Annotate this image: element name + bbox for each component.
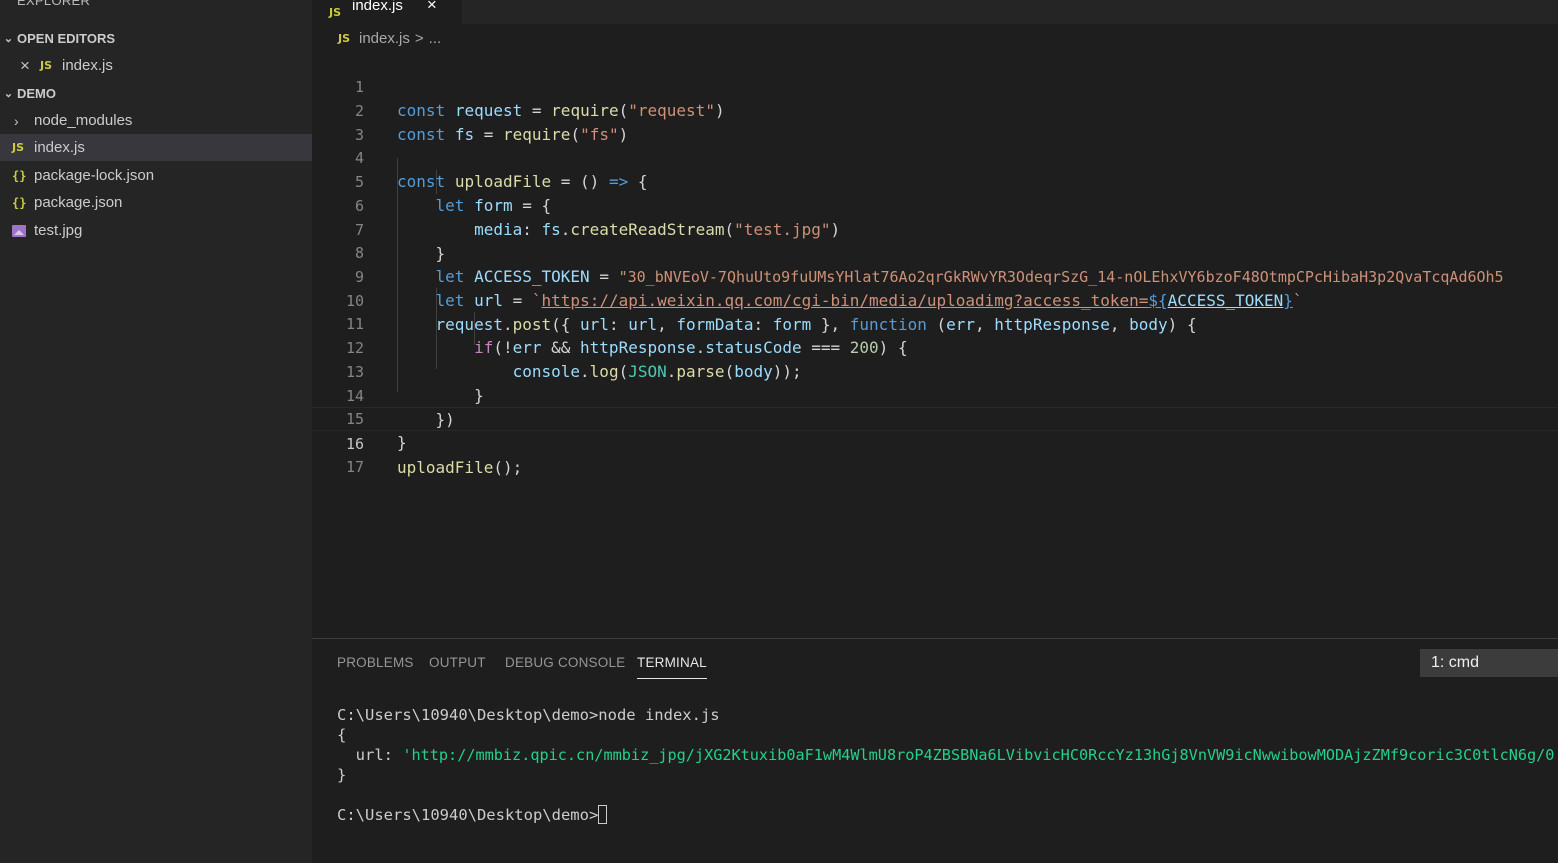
code-line: 15 } [345,410,407,452]
tree-item-test-jpg[interactable]: test.jpg [0,217,312,244]
code-line: 2 const fs = require("fs") [354,102,629,144]
tree-item-label: package-lock.json [34,167,155,184]
tab-debug-console[interactable]: DEBUG CONSOLE [505,655,625,679]
code-line: 17 [345,458,364,476]
explorer-title: EXPLORER [17,0,91,8]
terminal-prompt: C:\Users\10940\Desktop\demo> [337,806,599,824]
close-icon[interactable]: × [20,56,40,76]
javascript-file-icon: JS [338,31,351,45]
terminal-line: } [337,766,347,784]
terminal-prompt-line[interactable]: C:\Users\10940\Desktop\demo> [337,805,608,825]
tree-item-label: test.jpg [34,222,83,239]
breadcrumb: JS index.js > ... [312,26,1558,50]
demo-folder-label: DEMO [17,85,56,101]
image-file-icon [12,224,26,237]
breadcrumb-separator: > [414,29,424,47]
code-line: 3 [354,126,364,144]
javascript-file-icon: JS [12,141,25,154]
code-line-current: 16 uploadFile(); [312,407,1558,477]
javascript-file-icon: JS [40,59,53,72]
code-line: 4 const uploadFile = () => { [354,149,648,191]
tab-terminal[interactable]: TERMINAL [637,655,707,679]
tree-item-label: index.js [34,139,85,156]
code-line: 9 let url = `https://api.weixin.qq.com/c… [354,268,1303,310]
tab-index-js[interactable]: JS index.js × [312,0,462,24]
json-file-icon: {} [12,195,27,210]
code-line: 1 const request = require("request") [354,78,725,120]
open-editor-item[interactable]: × JS index.js [0,52,312,79]
open-editors-header[interactable]: ⌄ OPEN EDITORS [0,25,312,51]
tree-item-label: package.json [34,194,123,211]
terminal-url: 'http://mmbiz.qpic.cn/mmbiz_jpg/jXG2Ktux… [402,746,1558,764]
terminal-cursor [598,805,608,824]
tab-output[interactable]: OUTPUT [429,655,486,679]
code-line: 5 let form = { [354,173,552,215]
chevron-down-icon: ⌄ [3,87,14,100]
tab-label: index.js [352,0,403,14]
code-line: 11 if(!err && httpResponse.statusCode ==… [345,315,908,357]
terminal-line: C:\Users\10940\Desktop\demo>node index.j… [337,706,720,724]
json-file-icon: {} [12,168,27,183]
tree-item-node-modules[interactable]: › node_modules [0,107,312,134]
vscode-window: EXPLORER ⌄ OPEN EDITORS × JS index.js ⌄ … [0,0,1558,863]
editor-tab-bar [312,0,1558,24]
chevron-down-icon: ⌄ [3,32,14,45]
terminal-select[interactable]: 1: cmd [1420,649,1558,677]
terminal-line: { [337,726,347,744]
tree-item-index-js[interactable]: JS index.js [0,134,312,161]
javascript-file-icon: JS [329,5,342,19]
bottom-panel: PROBLEMS OUTPUT DEBUG CONSOLE TERMINAL 1… [312,638,1558,863]
code-line: 13 } [345,363,484,405]
open-editors-label: OPEN EDITORS [17,30,116,46]
terminal-line: url: 'http://mmbiz.qpic.cn/mmbiz_jpg/jXG… [337,745,1558,765]
code-line: 7 } [354,221,446,263]
breadcrumb-file[interactable]: index.js [359,30,410,47]
code-editor[interactable]: 1 const request = require("request") 2 c… [312,51,1558,638]
tree-item-package-lock-json[interactable]: {} package-lock.json [0,162,312,189]
code-line: 14 }) [345,387,455,429]
code-line: 10 request.post({ url: url, formData: fo… [345,292,1197,334]
tree-item-label: node_modules [34,112,133,129]
code-line: 6 media: fs.createReadStream("test.jpg") [354,197,841,239]
breadcrumb-rest[interactable]: ... [429,30,442,47]
tree-item-package-json[interactable]: {} package.json [0,189,312,216]
code-line: 12 console.log(JSON.parse(body)); [345,339,802,381]
chevron-right-icon: › [14,112,19,129]
close-icon[interactable]: × [427,0,437,15]
explorer-sidebar: EXPLORER ⌄ OPEN EDITORS × JS index.js ⌄ … [0,0,312,863]
tab-problems[interactable]: PROBLEMS [337,655,414,679]
code-line: 8 let ACCESS_TOKEN = "30_bNVEoV-7QhuUto9… [354,244,1504,286]
open-editor-label: index.js [62,57,113,74]
demo-folder-header[interactable]: ⌄ DEMO [0,80,312,106]
